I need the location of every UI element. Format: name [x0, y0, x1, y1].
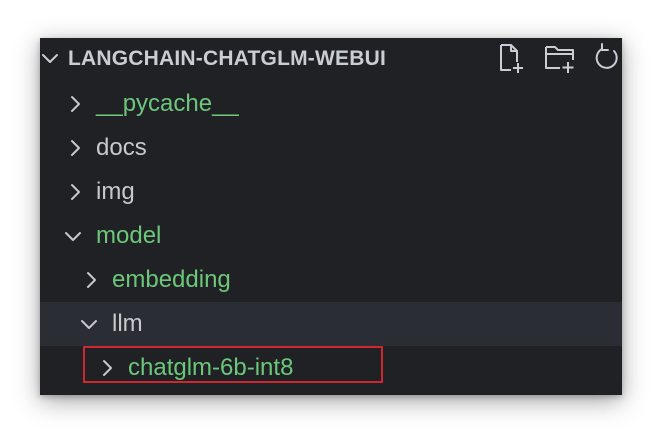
- new-file-icon[interactable]: [496, 42, 526, 74]
- tree-item-img[interactable]: img: [40, 170, 622, 214]
- file-explorer-panel: LANGCHAIN-CHATGLM-WEBUI __pycache__ docs…: [40, 38, 622, 395]
- tree-item-label: llm: [112, 310, 143, 337]
- chevron-down-icon[interactable]: [78, 313, 100, 335]
- tree-item-label: chatglm-6b-int8: [128, 354, 294, 381]
- chevron-right-icon[interactable]: [64, 137, 86, 159]
- tree-item-docs[interactable]: docs: [40, 126, 622, 170]
- tree-item-pycache[interactable]: __pycache__: [40, 82, 622, 126]
- refresh-icon[interactable]: [592, 42, 622, 74]
- chevron-right-icon[interactable]: [64, 181, 86, 203]
- chevron-right-icon[interactable]: [96, 357, 118, 379]
- tree-item-model[interactable]: model: [40, 214, 622, 258]
- new-folder-icon[interactable]: [543, 42, 577, 74]
- chevron-down-icon[interactable]: [62, 225, 84, 247]
- explorer-title[interactable]: LANGCHAIN-CHATGLM-WEBUI: [68, 47, 386, 71]
- chevron-right-icon[interactable]: [80, 269, 102, 291]
- tree-item-llm[interactable]: llm: [40, 302, 622, 346]
- tree-item-embedding[interactable]: embedding: [40, 258, 622, 302]
- explorer-header: LANGCHAIN-CHATGLM-WEBUI: [40, 38, 622, 78]
- tree-item-label: docs: [96, 134, 147, 161]
- chevron-right-icon[interactable]: [64, 93, 86, 115]
- tree-item-label: img: [96, 178, 135, 205]
- tree-item-label: __pycache__: [96, 90, 239, 117]
- tree-item-chatglm-6b-int8[interactable]: chatglm-6b-int8: [40, 346, 622, 390]
- chevron-down-icon[interactable]: [40, 48, 60, 68]
- tree-item-label: embedding: [112, 266, 231, 293]
- tree-item-label: model: [96, 222, 162, 249]
